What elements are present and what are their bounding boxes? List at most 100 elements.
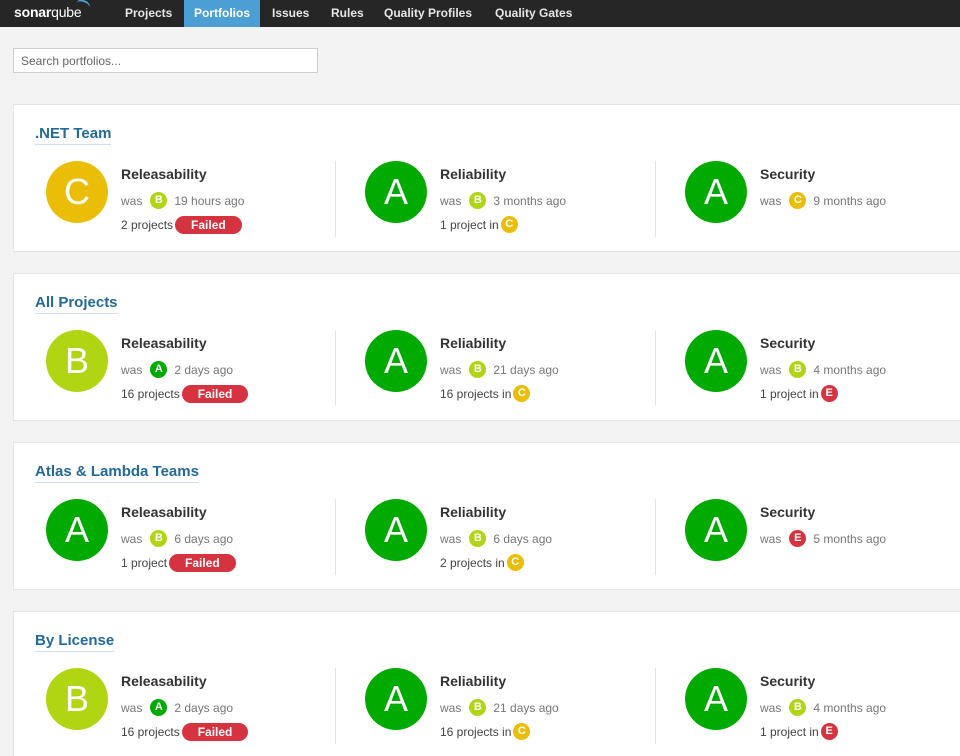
nav-issues[interactable]: Issues — [262, 0, 319, 27]
security-rating-badge[interactable]: A — [685, 330, 747, 392]
nav-quality-profiles[interactable]: Quality Profiles — [374, 0, 482, 27]
releasability-label: Releasability — [121, 504, 207, 520]
was-label: was — [760, 362, 782, 377]
projects-line: 1 project Failed — [121, 554, 236, 572]
was-label: was — [121, 531, 143, 546]
previous-rating-badge: B — [469, 192, 487, 209]
rating-change-time: 19 hours ago — [174, 193, 245, 208]
previous-rating-line: was B 4 months ago — [760, 361, 886, 378]
projects-line: 1 project in E — [760, 723, 838, 740]
releasability-measure: B Releasability was A 2 days ago 16 projects F… — [46, 330, 366, 410]
sonarqube-logo[interactable]: sonarqube — [14, 0, 92, 24]
projects-line: 2 projects in C — [440, 554, 524, 571]
security-rating-badge[interactable]: A — [685, 499, 747, 561]
previous-rating-line: was B 3 months ago — [440, 192, 566, 209]
portfolio-title[interactable]: By License — [35, 632, 115, 652]
projects-rating-badge: E — [820, 385, 838, 402]
rating-change-time: 2 days ago — [174, 362, 234, 377]
projects-count[interactable]: 1 project in — [760, 387, 819, 401]
previous-rating-badge: B — [469, 699, 487, 716]
previous-rating-line: was B 19 hours ago — [121, 192, 244, 209]
projects-count[interactable]: 16 projects — [121, 725, 180, 739]
rating-change-time: 3 months ago — [493, 193, 567, 208]
portfolio-title[interactable]: Atlas & Lambda Teams — [35, 463, 199, 483]
reliability-rating-badge[interactable]: A — [365, 330, 427, 392]
nav-rules[interactable]: Rules — [321, 0, 374, 27]
projects-line: 16 projects Failed — [121, 723, 249, 741]
projects-count[interactable]: 1 project — [121, 556, 167, 570]
reliability-measure: A Reliability was B 6 days ago 2 projects in C — [365, 499, 685, 579]
search-portfolios-input[interactable] — [13, 48, 318, 73]
releasability-rating-badge[interactable]: B — [46, 330, 108, 392]
quality-gate-status-badge: Failed — [169, 554, 236, 572]
previous-rating-line: was B 21 days ago — [440, 361, 559, 378]
projects-count[interactable]: 2 projects in — [440, 556, 505, 570]
nav-quality-gates[interactable]: Quality Gates — [485, 0, 582, 27]
projects-count[interactable]: 1 project in — [760, 725, 819, 739]
projects-line: 1 project in C — [440, 216, 518, 233]
security-rating-badge[interactable]: A — [685, 161, 747, 223]
projects-rating-badge: C — [506, 554, 524, 571]
rating-change-time: 9 months ago — [813, 193, 887, 208]
previous-rating-badge: B — [469, 361, 487, 378]
reliability-rating-badge[interactable]: A — [365, 499, 427, 561]
previous-rating-badge: B — [789, 361, 807, 378]
projects-line: 16 projects Failed — [121, 385, 249, 403]
reliability-label: Reliability — [440, 335, 507, 351]
security-measure: A Security was B 4 months ago 1 project in E — [685, 330, 960, 410]
reliability-label: Reliability — [440, 504, 507, 520]
previous-rating-line: was A 2 days ago — [121, 699, 233, 716]
releasability-label: Releasability — [121, 335, 207, 351]
projects-count[interactable]: 1 project in — [440, 218, 499, 232]
portfolio-card: Atlas & Lambda Teams A Releasability was B 6 … — [13, 442, 960, 590]
projects-line: 16 projects in C — [440, 385, 531, 402]
previous-rating-line: was A 2 days ago — [121, 361, 233, 378]
was-label: was — [440, 193, 462, 208]
previous-rating-badge: A — [150, 699, 168, 716]
rating-change-time: 6 days ago — [493, 531, 553, 546]
reliability-measure: A Reliability was B 3 months ago 1 project in… — [365, 161, 685, 241]
previous-rating-line: was B 6 days ago — [121, 530, 233, 547]
projects-rating-badge: C — [513, 385, 531, 402]
security-measure: A Security was B 4 months ago 1 project in E — [685, 668, 960, 748]
was-label: was — [440, 362, 462, 377]
projects-count[interactable]: 16 projects in — [440, 387, 511, 401]
security-measure: A Security was E 5 months ago — [685, 499, 960, 579]
rating-change-time: 4 months ago — [813, 700, 887, 715]
releasability-measure: C Releasability was B 19 hours ago 2 projects… — [46, 161, 366, 241]
reliability-label: Reliability — [440, 166, 507, 182]
previous-rating-line: was B 21 days ago — [440, 699, 559, 716]
releasability-label: Releasability — [121, 166, 207, 182]
reliability-measure: A Reliability was B 21 days ago 16 projects i… — [365, 668, 685, 748]
was-label: was — [760, 531, 782, 546]
releasability-measure: B Releasability was A 2 days ago 16 projects F… — [46, 668, 366, 748]
reliability-rating-badge[interactable]: A — [365, 668, 427, 730]
projects-count[interactable]: 2 projects — [121, 218, 173, 232]
projects-count[interactable]: 16 projects — [121, 387, 180, 401]
releasability-rating-badge[interactable]: A — [46, 499, 108, 561]
portfolio-title[interactable]: .NET Team — [35, 125, 112, 145]
releasability-rating-badge[interactable]: C — [46, 161, 108, 223]
portfolio-card: By License B Releasability was A 2 days ago 16… — [13, 611, 960, 756]
quality-gate-status-badge: Failed — [175, 216, 242, 234]
releasability-rating-badge[interactable]: B — [46, 668, 108, 730]
was-label: was — [121, 700, 143, 715]
security-rating-badge[interactable]: A — [685, 668, 747, 730]
was-label: was — [121, 362, 143, 377]
projects-rating-badge: C — [513, 723, 531, 740]
security-label: Security — [760, 673, 816, 689]
projects-line: 1 project in E — [760, 385, 838, 402]
previous-rating-badge: A — [150, 361, 168, 378]
nav-portfolios[interactable]: Portfolios — [184, 0, 260, 27]
portfolio-title[interactable]: All Projects — [35, 294, 118, 314]
previous-rating-line: was B 4 months ago — [760, 699, 886, 716]
releasability-measure: A Releasability was B 6 days ago 1 project Fai… — [46, 499, 366, 579]
projects-count[interactable]: 16 projects in — [440, 725, 511, 739]
nav-projects[interactable]: Projects — [115, 0, 182, 27]
quality-gate-status-badge: Failed — [181, 385, 249, 403]
security-label: Security — [760, 166, 816, 182]
reliability-rating-badge[interactable]: A — [365, 161, 427, 223]
portfolio-card: All Projects B Releasability was A 2 days ago… — [13, 273, 960, 421]
top-navbar: sonarqube Projects Portfolios Issues Rul… — [0, 0, 960, 27]
previous-rating-line: was B 6 days ago — [440, 530, 552, 547]
